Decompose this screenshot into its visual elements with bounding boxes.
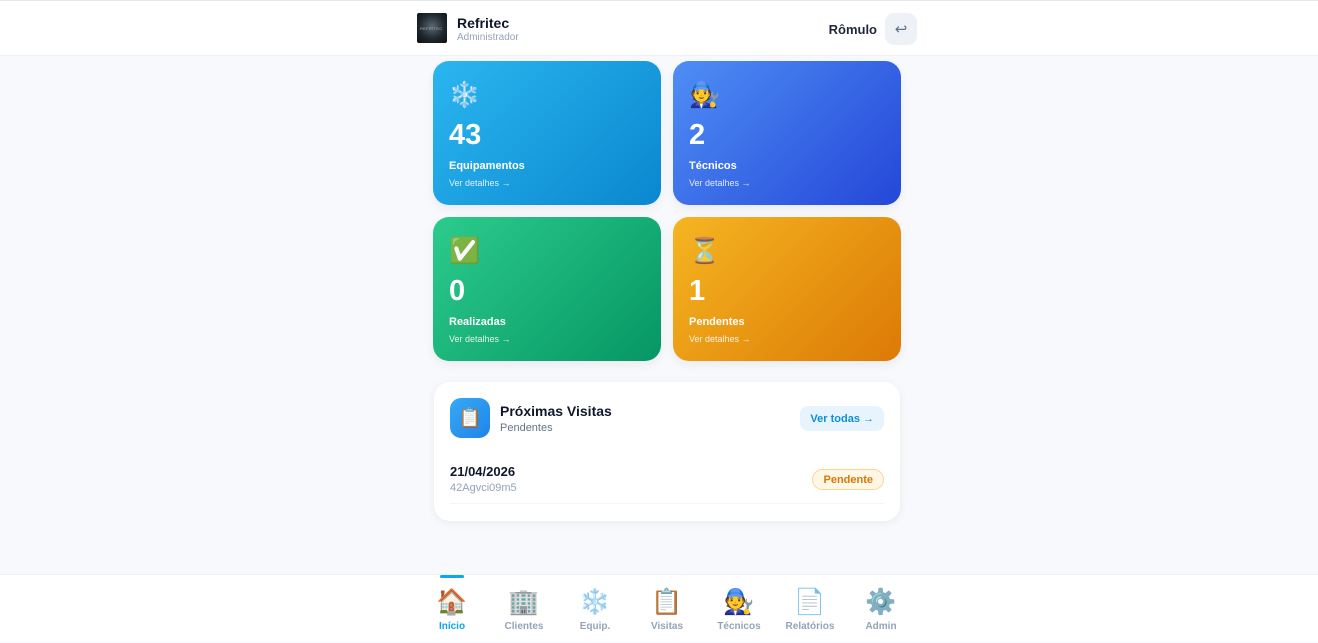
visit-code: 42Agvci09m5: [450, 482, 517, 494]
stat-card-equipamentos[interactable]: ❄️ 43 Equipamentos Ver detalhes →: [433, 61, 661, 205]
stat-label: Pendentes: [689, 316, 745, 328]
hourglass-icon: ⏳: [689, 237, 721, 265]
logo-lettering: REFRITEC: [420, 26, 443, 31]
visit-list-item[interactable]: 21/04/2026 42Agvci09m5 Pendente: [450, 460, 884, 504]
nav-label: Equip.: [579, 621, 611, 632]
stat-value: 1: [689, 275, 706, 307]
details-link[interactable]: Ver detalhes →: [689, 334, 751, 344]
visit-date: 21/04/2026: [450, 464, 516, 479]
clipboard-icon: 📋: [651, 588, 683, 616]
technician-icon: 🧑‍🔧: [723, 588, 755, 616]
nav-item-relatorios[interactable]: 📄 Relatórios: [780, 575, 840, 643]
nav-item-tecnicos[interactable]: 🧑‍🔧 Técnicos: [709, 575, 769, 643]
nav-label: Relatórios: [785, 621, 835, 632]
section-subtitle: Pendentes: [500, 422, 553, 434]
nav-label: Admin: [865, 621, 897, 632]
user-name: Rômulo: [828, 22, 877, 37]
nav-item-admin[interactable]: ⚙️ Admin: [851, 575, 911, 643]
nav-item-equipamentos[interactable]: ❄️ Equip.: [565, 575, 625, 643]
stat-value: 43: [449, 119, 482, 151]
stat-card-realizadas[interactable]: ✅ 0 Realizadas Ver detalhes →: [433, 217, 661, 361]
nav-item-visitas[interactable]: 📋 Visitas: [637, 575, 697, 643]
stat-card-tecnicos[interactable]: 🧑‍🔧 2 Técnicos Ver detalhes →: [673, 61, 901, 205]
nav-label: Início: [438, 621, 466, 632]
stat-label: Equipamentos: [449, 160, 525, 172]
stat-label: Técnicos: [689, 160, 737, 172]
brand-name: Refritec: [457, 15, 510, 31]
top-bar: REFRITEC Refritec Administrador Rômulo ↩: [0, 0, 1318, 56]
section-title: Próximas Visitas: [500, 403, 612, 419]
stat-value: 2: [689, 119, 706, 151]
building-icon: 🏢: [508, 588, 540, 616]
technician-icon: 🧑‍🔧: [689, 81, 721, 109]
stat-value: 0: [449, 275, 466, 307]
gear-icon: ⚙️: [865, 588, 897, 616]
bottom-navigation: 🏠 Início 🏢 Clientes ❄️ Equip. 📋 Visitas …: [0, 574, 1318, 642]
top-bar-content: REFRITEC Refritec Administrador Rômulo ↩: [417, 13, 917, 45]
home-icon: 🏠: [436, 588, 468, 616]
details-link[interactable]: Ver detalhes →: [449, 334, 511, 344]
stat-card-pendentes[interactable]: ⏳ 1 Pendentes Ver detalhes →: [673, 217, 901, 361]
logout-button[interactable]: ↩: [885, 13, 917, 45]
snowflake-icon: ❄️: [579, 588, 611, 616]
nav-label: Visitas: [650, 621, 684, 632]
nav-item-inicio[interactable]: 🏠 Início: [422, 575, 482, 643]
clipboard-icon: 📋: [450, 398, 490, 438]
details-link[interactable]: Ver detalhes →: [689, 178, 751, 188]
nav-item-clientes[interactable]: 🏢 Clientes: [494, 575, 554, 643]
company-logo: REFRITEC: [417, 13, 447, 43]
upcoming-visits-panel: 📋 Próximas Visitas Pendentes Ver todas →…: [434, 382, 900, 521]
nav-label: Clientes: [504, 621, 544, 632]
snowflake-icon: ❄️: [449, 81, 481, 109]
nav-label: Técnicos: [717, 621, 761, 632]
active-indicator: [440, 575, 464, 578]
document-icon: 📄: [794, 588, 826, 616]
see-all-button[interactable]: Ver todas →: [800, 406, 884, 431]
status-badge: Pendente: [812, 469, 884, 490]
details-link[interactable]: Ver detalhes →: [449, 178, 511, 188]
logout-icon: ↩: [894, 21, 908, 38]
check-icon: ✅: [449, 237, 481, 265]
stat-label: Realizadas: [449, 316, 506, 328]
user-role: Administrador: [457, 32, 519, 43]
